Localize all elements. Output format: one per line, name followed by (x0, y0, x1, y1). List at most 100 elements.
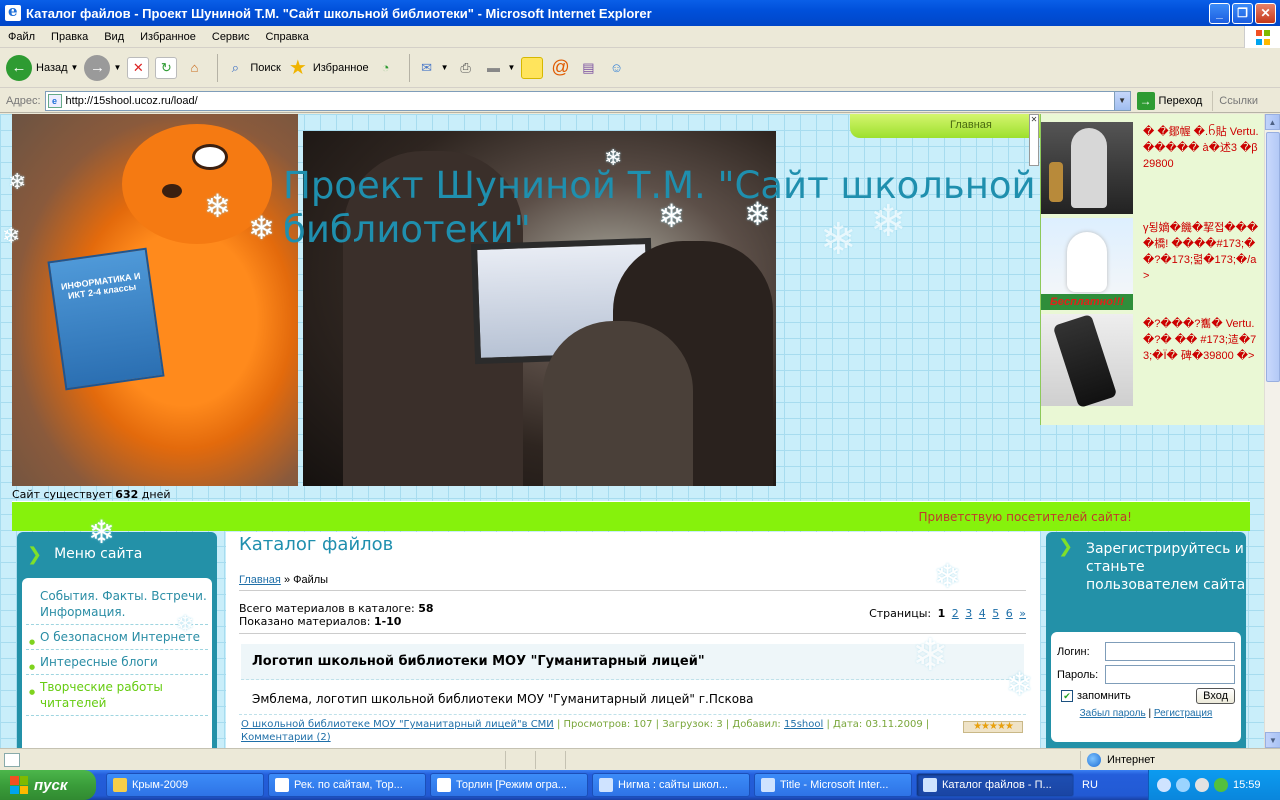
page-icon: e (47, 93, 62, 108)
print-button[interactable]: ⎙ (455, 52, 477, 84)
entry-author-link[interactable]: 15shool (784, 719, 823, 730)
entry-comments-link[interactable]: Комментарии (2) (241, 732, 331, 743)
login-row: Логин: (1057, 642, 1235, 661)
taskbar-item[interactable]: Title - Microsoft Inter... (754, 773, 912, 797)
taskbar-item[interactable]: Нигма : сайты школ... (592, 773, 750, 797)
site-menu-title: Меню сайта (54, 546, 143, 562)
taskbar-item[interactable]: Рек. по сайтам, Тор... (268, 773, 426, 797)
links-button[interactable]: Ссылки (1212, 90, 1258, 111)
page-link[interactable]: 6 (1006, 607, 1013, 620)
status-cell (505, 750, 535, 769)
word-doc-icon (275, 778, 289, 792)
address-dropdown-icon[interactable]: ▼ (1113, 91, 1130, 110)
close-button[interactable]: ✕ (1255, 2, 1276, 24)
notes-button[interactable] (521, 52, 544, 84)
mail-dropdown-icon[interactable]: ▼ (441, 63, 449, 72)
ad-thumbnail[interactable]: Бесплатно!!! (1041, 218, 1133, 310)
forward-dropdown-icon[interactable]: ▼ (113, 63, 121, 72)
edit-dropdown-icon[interactable]: ▼ (508, 63, 516, 72)
password-input[interactable] (1105, 665, 1235, 684)
go-arrow-icon: → (1136, 91, 1155, 110)
clock[interactable]: 15:59 (1233, 779, 1261, 791)
ad-item[interactable]: Бесплатно!!! γ됭嫡�饑�挈접��� �橋! ����#173;��… (1041, 210, 1264, 310)
login-button[interactable]: Вход (1196, 688, 1235, 704)
menu-item-blogs[interactable]: Интересные блоги (26, 650, 208, 675)
ad-text[interactable]: �?���?雟� Vertu. �?� �� #173;迼�73;�Ï� 碑�3… (1143, 316, 1259, 364)
menu-help[interactable]: Справка (258, 31, 317, 43)
messenger-tray-icon[interactable] (1214, 778, 1228, 792)
history-button[interactable]: ◔ (375, 52, 397, 84)
search-icon: ⌕ (231, 59, 240, 75)
login-input[interactable] (1105, 642, 1235, 661)
menu-view[interactable]: Вид (96, 31, 132, 43)
messenger-button[interactable]: ☺ (605, 52, 627, 84)
breadcrumb-home-link[interactable]: Главная (239, 574, 281, 586)
entry-category-link[interactable]: О школьной библиотеке МОУ "Гуманитарный … (241, 719, 554, 730)
favorites-button[interactable]: ★ Избранное (287, 52, 369, 84)
home-button[interactable]: ⌂ (183, 52, 205, 84)
menu-item-events[interactable]: События. Факты. Встречи. Информация. (26, 584, 208, 625)
menu-tools[interactable]: Сервис (204, 31, 258, 43)
ad-item[interactable]: � �鄒幄 �.ᨤ貼 Vertu. ����� à�述3 �β 29800 (1041, 114, 1264, 214)
nav-home-tab[interactable]: Главная (850, 114, 1040, 138)
page-link[interactable]: 5 (992, 607, 999, 620)
mail-button[interactable]: ✉ ▼ (416, 52, 449, 84)
menu-favorites[interactable]: Избранное (132, 31, 204, 43)
menu-file[interactable]: Файл (0, 31, 43, 43)
forgot-password-link[interactable]: Забыл пароль (1080, 708, 1146, 719)
taskbar-item[interactable]: Крым-2009 (106, 773, 264, 797)
refresh-button[interactable]: ↻ (155, 52, 178, 84)
taskbar-item[interactable]: Торлин [Режим огра... (430, 773, 588, 797)
address-url[interactable]: http://15shool.ucoz.ru/load/ (66, 95, 1114, 107)
windows-flag-icon (10, 776, 28, 794)
scroll-up-icon[interactable]: ▲ (1265, 114, 1280, 130)
ad-thumbnail[interactable] (1041, 313, 1133, 409)
menu-item-safe-internet[interactable]: О безопасном Интернете (26, 625, 208, 650)
address-input[interactable]: e http://15shool.ucoz.ru/load/ ▼ (44, 90, 1131, 111)
pagination: Страницы: 1 2 3 4 5 6 » (869, 607, 1026, 620)
ad-text[interactable]: γ됭嫡�饑�挈접��� �橋! ����#173;��?�173;렮�173;�… (1143, 220, 1259, 284)
rating-stars[interactable]: ★★★★★ (963, 721, 1023, 733)
at-button[interactable]: @ (549, 52, 571, 84)
forward-button[interactable]: → ▼ (84, 52, 121, 84)
entry-title[interactable]: Логотип школьной библиотеки МОУ "Гуманит… (241, 644, 1024, 680)
back-dropdown-icon[interactable]: ▼ (71, 63, 79, 72)
search-button[interactable]: ⌕ Поиск (224, 52, 281, 84)
catalog-stats: Всего материалов в каталоге: 58 Показано… (239, 602, 434, 628)
back-button[interactable]: ← Назад ▼ (6, 52, 78, 84)
network-icon[interactable] (1176, 778, 1190, 792)
entry-downloads: Загрузок: 3 (662, 719, 723, 730)
edit-button[interactable]: ▬ ▼ (483, 52, 516, 84)
forward-arrow-icon: → (84, 54, 111, 81)
scroll-thumb[interactable] (1266, 132, 1280, 382)
minimize-button[interactable]: _ (1209, 2, 1230, 24)
volume-icon[interactable] (1195, 778, 1209, 792)
register-link[interactable]: Регистрация (1154, 708, 1212, 719)
menu-edit[interactable]: Правка (43, 31, 96, 43)
page-next-link[interactable]: » (1019, 607, 1026, 620)
nav-home-label[interactable]: Главная (950, 119, 992, 131)
ad-item[interactable]: �?���?雟� Vertu. �?� �� #173;迼�73;�Ï� 碑�3… (1041, 306, 1264, 409)
page-link[interactable]: 4 (979, 607, 986, 620)
menu-item-creative-works[interactable]: Творческие работы читателей (26, 675, 208, 716)
start-button[interactable]: пуск (0, 770, 96, 800)
ad-thumbnail[interactable] (1041, 122, 1133, 214)
tray-arrow-icon[interactable] (1157, 778, 1171, 792)
research-button[interactable]: ▤ (577, 52, 599, 84)
go-button[interactable]: → Переход (1136, 91, 1202, 110)
language-indicator[interactable]: RU (1082, 779, 1098, 791)
scroll-down-icon[interactable]: ▼ (1265, 732, 1280, 748)
ad-close-button[interactable]: ✕ (1029, 114, 1039, 166)
remember-checkbox[interactable]: ✔ (1061, 690, 1073, 702)
ad-text[interactable]: � �鄒幄 �.ᨤ貼 Vertu. ����� à�述3 �β 29800 (1143, 124, 1259, 172)
window-titlebar[interactable]: Каталог файлов - Проект Шуниной Т.М. "Са… (0, 0, 1280, 26)
page-link[interactable]: 3 (965, 607, 972, 620)
toolbar-separator (408, 53, 410, 82)
maximize-button[interactable]: ❐ (1232, 2, 1253, 24)
taskbar-item-active[interactable]: Каталог файлов - П... (916, 773, 1074, 797)
password-label: Пароль: (1057, 668, 1099, 681)
page-link[interactable]: 2 (952, 607, 959, 620)
stop-button[interactable]: ✕ (127, 52, 150, 84)
divider (239, 590, 1026, 591)
vertical-scrollbar[interactable]: ▲ ▼ (1264, 114, 1280, 748)
